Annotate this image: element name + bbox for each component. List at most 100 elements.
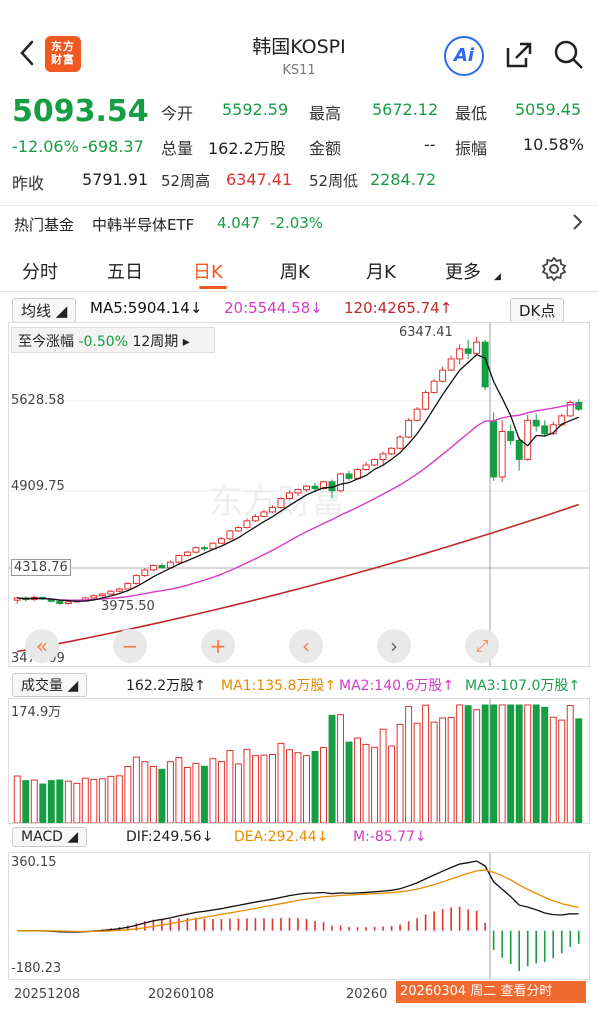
tab-monthly-k[interactable]: 月K bbox=[366, 258, 396, 284]
macd-type-selector[interactable]: MACD ◢ bbox=[12, 827, 88, 847]
tab-weekly-k[interactable]: 周K bbox=[280, 258, 310, 284]
volume-bar bbox=[345, 741, 353, 824]
candle-body bbox=[98, 593, 106, 597]
volume-bar bbox=[149, 765, 157, 824]
candle-body bbox=[515, 439, 523, 460]
volume-bar bbox=[362, 743, 370, 824]
volume-bar bbox=[456, 704, 464, 824]
candle-body bbox=[422, 391, 430, 410]
scroll-left-fast-button[interactable]: « bbox=[25, 629, 59, 663]
candle-body bbox=[541, 425, 549, 435]
volume-bar bbox=[124, 765, 132, 824]
range-info-box[interactable]: 至今涨幅 -0.50% 12周期 ▸ bbox=[11, 327, 215, 353]
volume-bar bbox=[575, 718, 583, 824]
scroll-left-button[interactable]: ‹ bbox=[289, 629, 323, 663]
candle-body bbox=[303, 485, 310, 491]
volume-bar bbox=[73, 782, 81, 824]
wk52-low-label: 52周低 bbox=[309, 172, 359, 190]
range-period: 12周期 bbox=[132, 334, 179, 350]
hot-fund-label: 热门基金 bbox=[14, 216, 75, 234]
change-pct: -12.06% bbox=[12, 137, 79, 156]
volume-ma1: MA1:135.8万股↑ bbox=[221, 678, 337, 694]
fullscreen-button[interactable]: ⤢ bbox=[465, 629, 499, 663]
ma-indicator-row: 均线 ◢ MA5:5904.14↓ 20:5544.58↓ 120:4265.7… bbox=[8, 296, 594, 323]
share-icon[interactable] bbox=[502, 38, 536, 72]
candle-body bbox=[311, 485, 319, 489]
candle-body bbox=[354, 468, 362, 479]
ma-type-selector[interactable]: 均线 ◢ bbox=[12, 298, 77, 323]
search-icon[interactable] bbox=[552, 38, 586, 72]
date-tooltip[interactable]: 20260304 周二 查看分时 bbox=[396, 981, 586, 1003]
min-price-marker: 3975.50 bbox=[101, 599, 155, 614]
volume-chart[interactable]: 174.9万 bbox=[8, 698, 590, 824]
low-value: 5059.45 bbox=[515, 100, 582, 119]
ma20-value: 20:5544.58↓ bbox=[224, 299, 323, 317]
volume-bar bbox=[115, 775, 123, 824]
tab-five-day[interactable]: 五日 bbox=[107, 258, 143, 284]
candle-body bbox=[90, 595, 98, 599]
candle-body bbox=[575, 401, 583, 410]
candle-body bbox=[379, 453, 387, 460]
settings-icon[interactable] bbox=[541, 256, 567, 287]
scroll-right-button[interactable]: › bbox=[377, 629, 411, 663]
candle-body bbox=[388, 447, 396, 455]
volume-bar bbox=[200, 765, 208, 824]
macd-chart[interactable]: 360.15 -180.23 bbox=[8, 852, 590, 980]
low-label: 最低 bbox=[455, 104, 488, 123]
price-axis-mid: 4909.75 bbox=[11, 479, 65, 494]
candle-body bbox=[447, 358, 455, 371]
candle-body bbox=[490, 420, 498, 478]
volume-ma3: MA3:107.0万股↑ bbox=[465, 678, 581, 694]
volume-bar bbox=[354, 737, 362, 824]
volume-bar bbox=[303, 755, 310, 824]
tab-more[interactable]: 更多 bbox=[445, 258, 481, 284]
candle-body bbox=[124, 582, 132, 590]
macd-axis-top: 360.15 bbox=[11, 855, 57, 870]
date-label-1: 20251208 bbox=[14, 987, 81, 1002]
zoom-out-button[interactable]: − bbox=[113, 629, 147, 663]
volume-bar bbox=[549, 716, 557, 824]
zoom-in-button[interactable]: + bbox=[201, 629, 235, 663]
candle-body bbox=[337, 473, 345, 492]
volume-bar bbox=[286, 749, 293, 824]
volume-bar bbox=[498, 704, 506, 824]
max-price-marker: 6347.41 bbox=[399, 325, 453, 340]
ma120-value: 120:4265.74↑ bbox=[344, 299, 453, 317]
tab-intraday[interactable]: 分时 bbox=[22, 258, 58, 284]
ai-button[interactable]: Ai bbox=[444, 36, 484, 76]
volume-bar bbox=[243, 748, 251, 824]
volume-bar bbox=[311, 751, 319, 824]
amount-value: -- bbox=[424, 135, 436, 154]
volume-bar bbox=[464, 705, 472, 824]
candle-body bbox=[456, 348, 464, 360]
volume-bar bbox=[413, 722, 421, 824]
candle-body bbox=[158, 565, 166, 569]
candle-body bbox=[294, 489, 302, 494]
macd-dea: DEA:292.44↓ bbox=[234, 829, 329, 845]
dk-point-button[interactable]: DK点 bbox=[510, 298, 565, 323]
candle-body bbox=[464, 348, 472, 354]
volume-current: 162.2万股↑ bbox=[126, 678, 206, 694]
kline-chart[interactable]: 东方财富 至今涨幅 -0.50% 12周期 ▸ 5628.58 4909.75 … bbox=[8, 322, 590, 667]
volume-bar bbox=[422, 704, 430, 824]
hot-fund-change: -2.03% bbox=[270, 214, 324, 232]
candle-body bbox=[430, 380, 438, 393]
candle-body bbox=[507, 431, 515, 441]
high-label: 最高 bbox=[309, 104, 342, 123]
volume-bar bbox=[166, 761, 174, 824]
volume-type-selector[interactable]: 成交量 ◢ bbox=[12, 673, 88, 697]
candle-body bbox=[413, 408, 421, 421]
volume-bar bbox=[490, 704, 498, 824]
volume-bar bbox=[107, 775, 115, 824]
macd-axis-bottom: -180.23 bbox=[11, 961, 62, 976]
volume-bar bbox=[515, 704, 523, 824]
volume-bar bbox=[209, 758, 217, 824]
candle-body bbox=[532, 419, 540, 427]
ma5-value: MA5:5904.14↓ bbox=[90, 299, 203, 317]
volume-label: 总量 bbox=[161, 139, 194, 158]
tab-daily-k[interactable]: 日K bbox=[193, 258, 223, 284]
volume-bar bbox=[81, 777, 89, 824]
wk52-high-label: 52周高 bbox=[161, 172, 211, 190]
hot-fund-row[interactable]: 热门基金 中韩半导体ETF 4.047 -2.03% bbox=[0, 205, 598, 239]
volume-bar bbox=[226, 750, 234, 824]
